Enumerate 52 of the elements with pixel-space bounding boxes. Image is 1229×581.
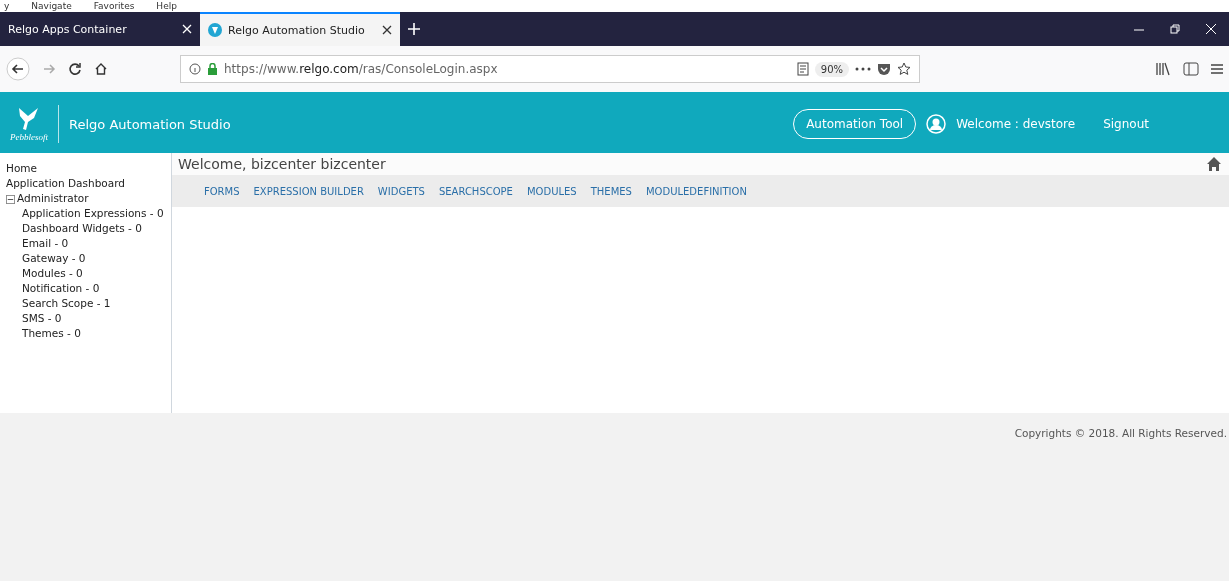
nav-link[interactable]: MODULEDEFINITION xyxy=(645,185,747,197)
sidebar-item[interactable]: Administrator xyxy=(6,191,171,206)
sidebar-item[interactable]: Search Scope - 1 xyxy=(6,296,171,311)
address-field[interactable]: https://www.relgo.com/ras/ConsoleLogin.aspx 90% xyxy=(180,55,920,83)
library-icon[interactable] xyxy=(1155,62,1171,76)
sidebar-item[interactable]: Notification - 0 xyxy=(6,281,171,296)
sidebar-item[interactable]: Gateway - 0 xyxy=(6,251,171,266)
nav-link[interactable]: WIDGETS xyxy=(377,185,425,197)
reader-view-icon[interactable] xyxy=(796,62,809,76)
url-text: https://www.relgo.com/ras/ConsoleLogin.aspx xyxy=(224,62,499,76)
copyright-text: Copyrights © 2018. All Rights Reserved. xyxy=(1014,427,1227,441)
sidebar-item[interactable]: Dashboard Widgets - 0 xyxy=(6,221,171,236)
sidebar-item[interactable]: Email - 0 xyxy=(6,236,171,251)
sidebar-item[interactable]: Application Expressions - 0 xyxy=(6,206,171,221)
close-icon[interactable] xyxy=(382,25,392,35)
reload-icon[interactable] xyxy=(68,62,82,76)
back-icon[interactable] xyxy=(6,57,30,81)
restore-icon[interactable] xyxy=(1170,24,1180,34)
menu-item[interactable]: Favorites xyxy=(93,0,135,12)
browser-tab[interactable]: Relgo Automation Studio xyxy=(200,12,400,46)
sidebar-item[interactable]: SMS - 0 xyxy=(6,311,171,326)
star-icon[interactable] xyxy=(897,62,911,76)
menu-icon[interactable] xyxy=(1211,63,1223,75)
site-icon xyxy=(208,23,222,37)
nav-link[interactable]: MODULES xyxy=(526,185,577,197)
app-title: Relgo Automation Studio xyxy=(69,116,231,132)
nav-link[interactable]: EXPRESSION BUILDER xyxy=(253,185,364,197)
sidebar-item[interactable]: Themes - 0 xyxy=(6,326,171,341)
menu-item[interactable]: Help xyxy=(156,0,177,12)
browser-tab[interactable]: Relgo Apps Container xyxy=(0,12,200,46)
home-icon[interactable] xyxy=(1207,157,1221,171)
more-icon[interactable] xyxy=(855,66,871,72)
sidebar-item[interactable]: Modules - 0 xyxy=(6,266,171,281)
user-avatar-icon xyxy=(926,114,947,134)
logo-caption: Pebblesoft xyxy=(10,132,48,142)
menu-item[interactable]: Navigate xyxy=(31,0,72,12)
menu-item[interactable]: y xyxy=(4,0,10,12)
nav-link[interactable]: SEARCHSCOPE xyxy=(438,185,513,197)
home-icon[interactable] xyxy=(94,62,108,76)
sidebar-item[interactable]: Application Dashboard xyxy=(6,176,171,191)
sidebar-icon[interactable] xyxy=(1183,62,1199,76)
welcome-text: Welcome : devstore xyxy=(956,117,1076,131)
nav-link[interactable]: FORMS xyxy=(204,185,240,197)
shield-icon[interactable] xyxy=(877,62,891,76)
new-tab-icon[interactable] xyxy=(407,22,421,36)
info-icon[interactable] xyxy=(189,63,201,75)
zoom-level[interactable]: 90% xyxy=(814,61,849,77)
lock-icon xyxy=(207,63,218,75)
nav-link[interactable]: THEMES xyxy=(590,185,632,197)
collapse-icon[interactable] xyxy=(6,194,15,204)
sidebar-item[interactable]: Home xyxy=(6,161,171,176)
welcome-heading: Welcome, bizcenter bizcenter xyxy=(178,156,386,172)
